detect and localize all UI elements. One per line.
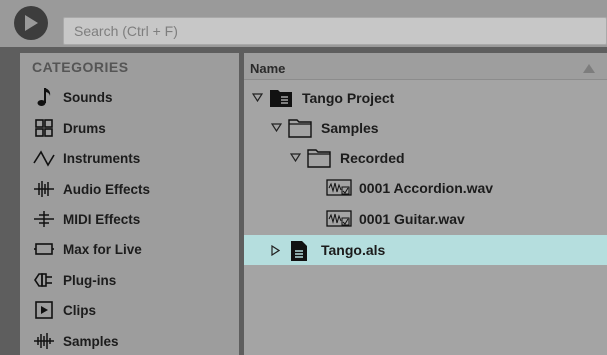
expanded-triangle-icon[interactable] [290,153,301,162]
clip-icon [32,298,56,322]
category-label: Max for Live [63,241,142,257]
file-list-panel: Name Tango Project Samples Recorded 0001… [244,53,607,355]
category-audio-effects[interactable]: Audio Effects [20,174,239,204]
search-box[interactable] [63,17,607,45]
collapsed-triangle-icon[interactable] [271,245,280,256]
folder-icon [307,149,331,168]
tree-row-recorded[interactable]: Recorded [244,143,607,173]
audio-file-icon [326,210,352,227]
categories-title: CATEGORIES [32,59,129,75]
project-folder-icon [270,90,292,107]
tree-row-label: 0001 Guitar.wav [359,211,465,227]
browser-window: CATEGORIES Sounds Drums Instruments Audi… [0,0,607,355]
category-clips[interactable]: Clips [20,295,239,325]
folder-icon [288,119,312,138]
expanded-triangle-icon[interactable] [271,123,282,132]
category-max-for-live[interactable]: Max for Live [20,234,239,264]
name-column-header[interactable]: Name [250,61,285,76]
category-label: MIDI Effects [63,211,141,227]
preview-play-button[interactable] [14,6,48,40]
audio-file-icon [326,179,352,196]
plug-icon [32,268,56,292]
categories-panel: CATEGORIES Sounds Drums Instruments Audi… [20,53,239,355]
tree-row-guitar-wav[interactable]: 0001 Guitar.wav [244,204,607,234]
tree-row-samples[interactable]: Samples [244,113,607,143]
tree-row-label: 0001 Accordion.wav [359,180,494,196]
tree-row-accordion-wav[interactable]: 0001 Accordion.wav [244,173,607,203]
tree-row-label: Samples [321,120,379,136]
sample-wave-icon [32,329,56,353]
sort-ascending-icon[interactable] [583,64,595,73]
category-sounds[interactable]: Sounds [20,82,239,112]
expanded-triangle-icon[interactable] [252,93,263,102]
play-icon [25,15,38,31]
live-set-icon [291,241,307,261]
category-instruments[interactable]: Instruments [20,143,239,173]
category-plug-ins[interactable]: Plug-ins [20,265,239,295]
category-label: Plug-ins [63,272,117,288]
category-label: Sounds [63,89,113,105]
category-label: Drums [63,120,106,136]
category-label: Instruments [63,150,141,166]
audio-effects-icon [32,177,56,201]
search-input[interactable] [64,18,606,44]
category-drums[interactable]: Drums [20,113,239,143]
tree-row-label: Tango.als [321,242,386,258]
category-samples[interactable]: Samples [20,326,239,355]
note-icon [32,85,56,109]
tree-row-label: Recorded [340,150,405,166]
column-header[interactable]: Name [244,53,607,80]
category-label: Samples [63,333,119,349]
wave-icon [32,146,56,170]
category-midi-effects[interactable]: MIDI Effects [20,204,239,234]
category-label: Clips [63,302,97,318]
top-bar [0,0,607,47]
max-for-live-icon [32,237,56,261]
tree-row-tango-als[interactable]: Tango.als [244,235,607,265]
midi-effects-icon [32,207,56,231]
drum-grid-icon [32,116,56,140]
category-label: Audio Effects [63,181,151,197]
tree-row-tango-project[interactable]: Tango Project [244,83,607,113]
tree-row-label: Tango Project [302,90,395,106]
